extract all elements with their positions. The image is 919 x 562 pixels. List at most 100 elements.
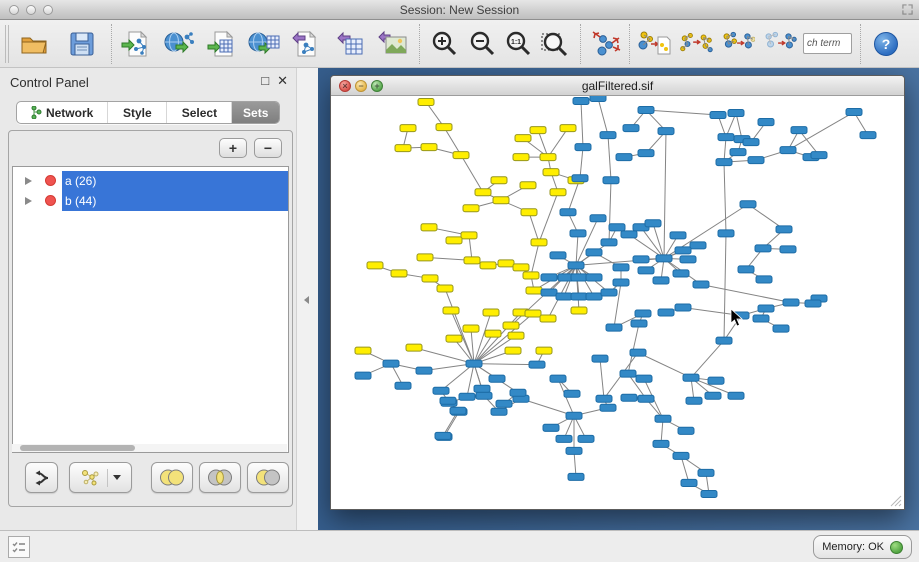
graph-node-yellow[interactable] <box>446 335 462 342</box>
graph-node-blue[interactable] <box>686 397 702 404</box>
search-input[interactable] <box>803 33 852 54</box>
graph-node-yellow[interactable] <box>530 127 546 134</box>
add-set-button[interactable]: + <box>219 138 247 158</box>
save-session-button[interactable] <box>65 25 99 63</box>
close-panel-icon[interactable]: ✕ <box>277 73 288 89</box>
tab-network[interactable]: Network <box>17 102 108 123</box>
graph-node-blue[interactable] <box>496 400 512 407</box>
graph-node-yellow[interactable] <box>485 330 501 337</box>
graph-node-blue[interactable] <box>489 375 505 382</box>
graph-node-blue[interactable] <box>718 230 734 237</box>
apply-layout-button[interactable] <box>588 25 622 63</box>
graph-node-blue[interactable] <box>718 134 734 141</box>
zoom-in-button[interactable] <box>427 25 461 63</box>
network-graph[interactable] <box>332 96 904 509</box>
graph-node-blue[interactable] <box>592 355 608 362</box>
graph-node-blue[interactable] <box>773 325 789 332</box>
difference-sets-button[interactable] <box>247 462 289 493</box>
graph-node-blue[interactable] <box>716 159 732 166</box>
union-sets-button[interactable] <box>151 462 193 493</box>
graph-node-yellow[interactable] <box>531 239 547 246</box>
open-file-button[interactable] <box>17 25 51 63</box>
graph-node-blue[interactable] <box>783 299 799 306</box>
graph-node-yellow[interactable] <box>543 169 559 176</box>
graph-node-yellow[interactable] <box>421 144 437 151</box>
graph-node-blue[interactable] <box>476 392 492 399</box>
frame-close-icon[interactable]: × <box>339 80 351 92</box>
graph-node-yellow[interactable] <box>571 307 587 314</box>
graph-node-yellow[interactable] <box>523 272 539 279</box>
graph-node-blue[interactable] <box>590 215 606 222</box>
float-panel-icon[interactable]: □ <box>261 73 269 89</box>
graph-node-yellow[interactable] <box>536 347 552 354</box>
diff-networks-intersection-button[interactable] <box>721 25 755 63</box>
graph-node-blue[interactable] <box>860 132 876 139</box>
graph-node-blue[interactable] <box>673 452 689 459</box>
tab-sets[interactable]: Sets <box>232 102 279 123</box>
graph-node-blue[interactable] <box>758 119 774 126</box>
graph-node-blue[interactable] <box>673 270 689 277</box>
graph-node-blue[interactable] <box>716 337 732 344</box>
graph-node-blue[interactable] <box>633 256 649 263</box>
graph-node-blue[interactable] <box>621 394 637 401</box>
import-network-file-button[interactable] <box>119 25 153 63</box>
graph-node-blue[interactable] <box>710 112 726 119</box>
graph-node-blue[interactable] <box>601 239 617 246</box>
graph-node-blue[interactable] <box>433 387 449 394</box>
graph-node-blue[interactable] <box>571 293 587 300</box>
graph-node-blue[interactable] <box>440 397 456 404</box>
graph-node-blue[interactable] <box>728 110 744 117</box>
frame-maximize-icon[interactable]: + <box>371 80 383 92</box>
graph-node-blue[interactable] <box>705 392 721 399</box>
intersect-sets-button[interactable] <box>199 462 241 493</box>
graph-node-blue[interactable] <box>568 262 584 269</box>
graph-node-blue[interactable] <box>570 230 586 237</box>
graph-node-yellow[interactable] <box>526 287 542 294</box>
graph-node-blue[interactable] <box>474 385 490 392</box>
graph-node-blue[interactable] <box>740 201 756 208</box>
graph-node-yellow[interactable] <box>463 325 479 332</box>
graph-node-blue[interactable] <box>738 266 754 273</box>
diff-networks-difference-button[interactable] <box>763 25 797 63</box>
graph-node-yellow[interactable] <box>503 322 519 329</box>
export-table-button[interactable] <box>333 25 367 63</box>
graph-node-blue[interactable] <box>395 382 411 389</box>
set-row-a[interactable]: a (26) <box>13 171 288 191</box>
export-image-button[interactable] <box>375 25 409 63</box>
diff-networks-union-button[interactable] <box>679 25 713 63</box>
graph-node-blue[interactable] <box>811 152 827 159</box>
graph-node-blue[interactable] <box>550 252 566 259</box>
graph-node-blue[interactable] <box>658 309 674 316</box>
graph-node-blue[interactable] <box>578 435 594 442</box>
graph-node-yellow[interactable] <box>417 254 433 261</box>
help-button[interactable]: ? <box>874 32 898 56</box>
task-history-button[interactable] <box>8 536 30 558</box>
close-window-button[interactable] <box>9 5 19 15</box>
graph-node-yellow[interactable] <box>540 154 556 161</box>
graph-node-yellow[interactable] <box>446 237 462 244</box>
expand-triangle-icon[interactable] <box>25 197 32 205</box>
graph-node-blue[interactable] <box>638 267 654 274</box>
scrollbar-thumb[interactable] <box>20 445 135 451</box>
graph-node-blue[interactable] <box>571 274 587 281</box>
graph-node-blue[interactable] <box>638 150 654 157</box>
graph-node-yellow[interactable] <box>508 332 524 339</box>
graph-node-blue[interactable] <box>510 389 526 396</box>
graph-node-yellow[interactable] <box>464 257 480 264</box>
graph-node-yellow[interactable] <box>406 344 422 351</box>
chevron-down-icon[interactable] <box>113 475 121 480</box>
graph-node-blue[interactable] <box>638 107 654 114</box>
split-set-button[interactable] <box>25 462 58 493</box>
graph-node-blue[interactable] <box>678 427 694 434</box>
graph-node-blue[interactable] <box>543 424 559 431</box>
graph-node-blue[interactable] <box>586 274 602 281</box>
graph-node-yellow[interactable] <box>461 232 477 239</box>
extract-set-button[interactable] <box>69 462 132 493</box>
graph-node-blue[interactable] <box>653 277 669 284</box>
graph-node-blue[interactable] <box>655 415 671 422</box>
graph-node-blue[interactable] <box>635 310 651 317</box>
graph-node-yellow[interactable] <box>421 224 437 231</box>
network-canvas[interactable] <box>332 96 904 509</box>
graph-node-yellow[interactable] <box>475 189 491 196</box>
graph-node-blue[interactable] <box>586 293 602 300</box>
